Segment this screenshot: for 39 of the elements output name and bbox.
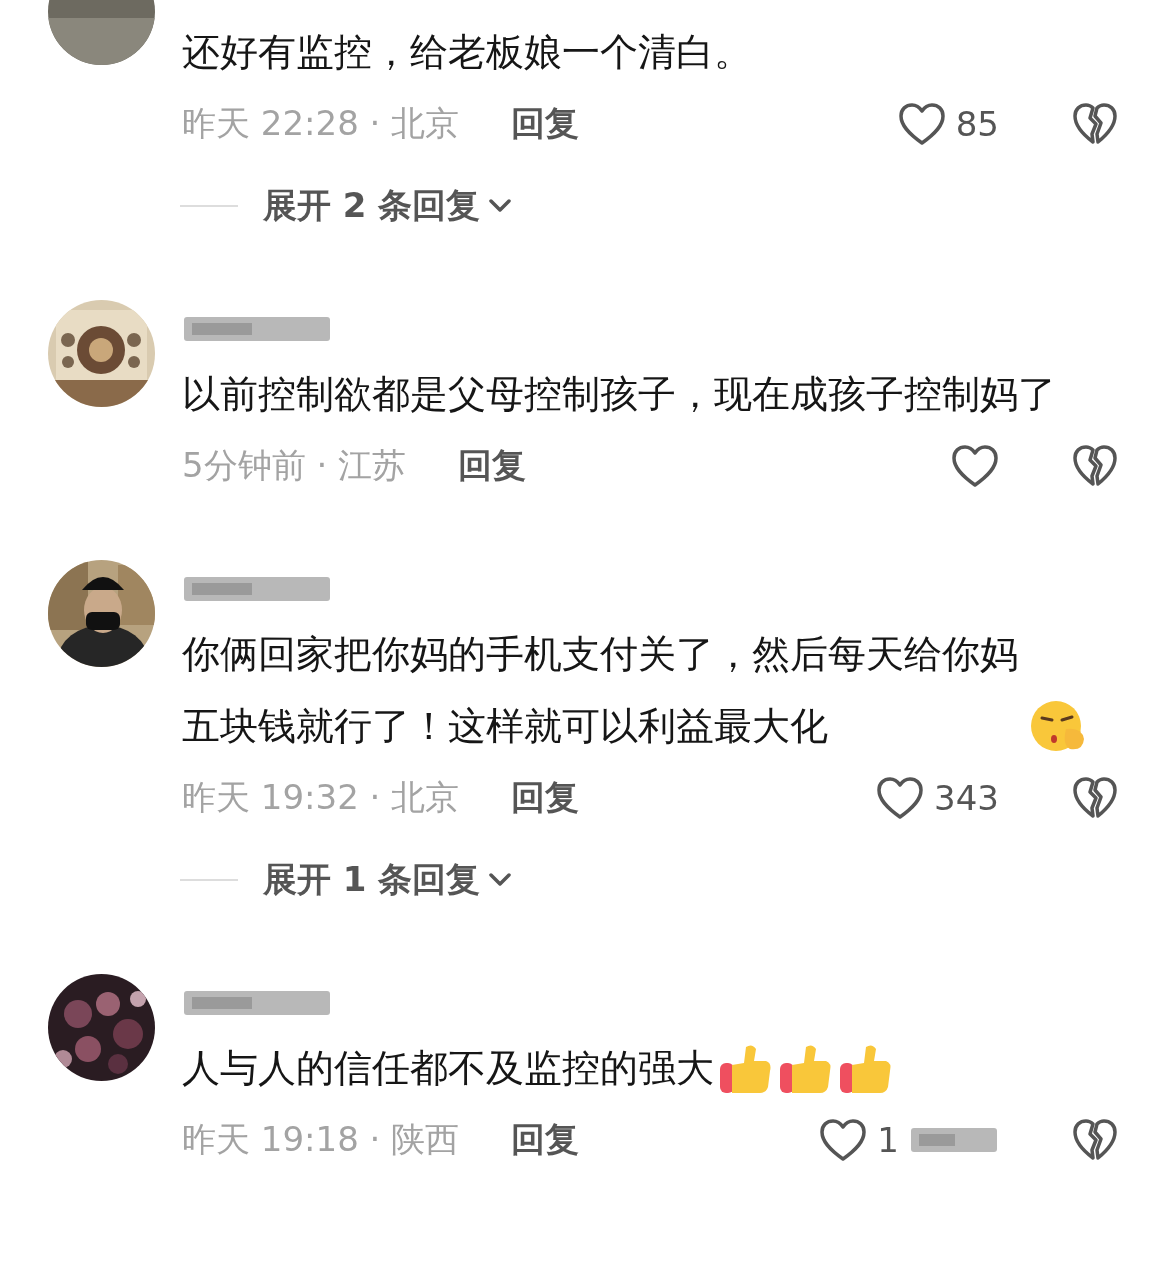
dislike-icon <box>1072 102 1118 146</box>
thumbs-up-icon <box>840 1045 891 1093</box>
time-location: 昨天 19:18 · 陕西 <box>182 1118 460 1161</box>
dislike-icon <box>1072 444 1118 488</box>
dislike-button[interactable] <box>1072 1118 1118 1162</box>
dislike-icon <box>1072 776 1118 820</box>
time-location: 昨天 19:32 · 北京 <box>182 776 460 819</box>
emoji-icon <box>1031 701 1084 751</box>
like-count: 1 <box>877 1120 899 1160</box>
like-button[interactable] <box>819 1118 868 1162</box>
thumbs-up-icon <box>720 1045 771 1093</box>
comment-text: 还好有监控，给老板娘一个清白。 <box>182 29 752 76</box>
dislike-button[interactable] <box>1072 444 1118 488</box>
like-count: 343 <box>934 778 999 818</box>
comment-text: 以前控制欲都是父母控制孩子，现在成孩子控制妈了 <box>182 371 1056 418</box>
expand-replies-button[interactable]: 展开 2 条回复 <box>263 183 513 229</box>
time-location: 昨天 22:28 · 北京 <box>182 102 460 145</box>
comment-text: 你俩回家把你妈的手机支付关了，然后每天给你妈五块钱就行了！这样就可以利益最大化 <box>182 631 1019 750</box>
chevron-down-icon <box>488 198 513 214</box>
like-icon <box>951 444 999 488</box>
expand-replies-button[interactable]: 展开 1 条回复 <box>263 857 513 903</box>
time-location: 5分钟前 · 江苏 <box>182 444 407 487</box>
comment-text: 人与人的信任都不及监控的强大 <box>182 1045 714 1092</box>
chevron-down-icon <box>488 872 513 888</box>
like-button[interactable] <box>897 102 946 146</box>
dislike-icon <box>1072 1118 1118 1162</box>
reply-link[interactable]: 回复 <box>511 1117 580 1163</box>
dislike-button[interactable] <box>1072 102 1118 146</box>
reply-link[interactable]: 回复 <box>511 775 580 821</box>
like-count: 85 <box>955 104 999 144</box>
reply-link[interactable]: 回复 <box>458 443 527 489</box>
thumbs-up-icon <box>780 1045 831 1093</box>
like-icon <box>876 776 925 820</box>
like-icon <box>819 1118 868 1162</box>
like-icon <box>897 102 946 146</box>
dislike-button[interactable] <box>1072 776 1118 820</box>
like-button[interactable] <box>951 444 999 488</box>
reply-link[interactable]: 回复 <box>511 101 580 147</box>
like-button[interactable] <box>876 776 925 820</box>
